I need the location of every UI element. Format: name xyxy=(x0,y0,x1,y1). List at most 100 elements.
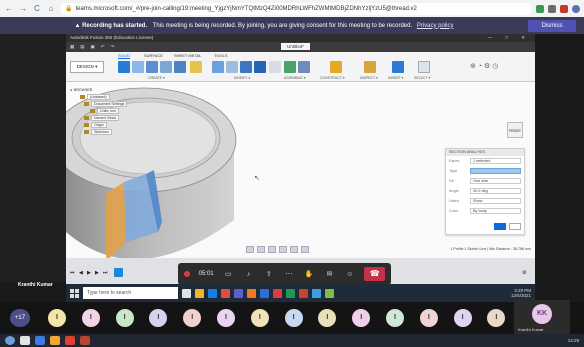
participant-avatar[interactable]: I xyxy=(419,309,438,327)
pattern-icon[interactable] xyxy=(190,61,202,73)
combine-icon[interactable] xyxy=(254,61,266,73)
app-icon[interactable] xyxy=(325,288,334,298)
timeline-play-icon[interactable]: ▶ xyxy=(87,270,91,276)
3d-viewport[interactable]: ◂ BROWSER (Unsaved) Document Settings Un… xyxy=(66,82,535,258)
move-icon[interactable] xyxy=(269,61,281,73)
new-component-icon[interactable] xyxy=(118,61,130,73)
as-built-joint-icon[interactable] xyxy=(298,61,310,73)
browser-item[interactable]: (Unsaved) xyxy=(70,93,132,100)
dialog-row[interactable]: Color By body xyxy=(446,206,524,216)
files-icon[interactable] xyxy=(20,336,30,345)
reload-icon[interactable]: C xyxy=(32,4,42,14)
timeline-end-icon[interactable]: ⏭ xyxy=(103,270,108,276)
orbit-icon[interactable] xyxy=(246,246,254,253)
window-controls[interactable]: — □ ✕ xyxy=(488,34,532,42)
mic-icon[interactable]: ♪ xyxy=(243,271,254,278)
revolve-icon[interactable] xyxy=(160,61,172,73)
self-video-tile[interactable]: KK Kranthi Kumar xyxy=(514,300,570,334)
back-icon[interactable]: ← xyxy=(4,4,14,14)
ok-button[interactable] xyxy=(494,223,506,230)
extension-icon[interactable] xyxy=(560,4,568,13)
file-icon[interactable]: ▤ xyxy=(80,44,84,50)
group-inspect[interactable]: INSPECT ▾ xyxy=(360,76,378,80)
edge-icon[interactable] xyxy=(208,288,217,298)
browser-icon[interactable] xyxy=(35,336,45,345)
grid-icon[interactable]: ▦ xyxy=(70,44,74,50)
measure-icon[interactable] xyxy=(364,61,376,73)
document-tab[interactable]: Untitled* xyxy=(281,43,311,50)
participant-avatar[interactable]: I xyxy=(284,309,303,327)
extrude-icon[interactable] xyxy=(146,61,158,73)
app-icon[interactable] xyxy=(312,288,321,298)
dialog-row[interactable]: Type xyxy=(446,166,524,176)
word-icon[interactable] xyxy=(260,288,269,298)
system-tray[interactable]: 3:29 PM 12/6/2021 xyxy=(511,288,531,298)
extension-icon[interactable] xyxy=(548,4,556,13)
powerpoint-icon[interactable] xyxy=(299,288,308,298)
group-create[interactable]: CREATE ▾ xyxy=(148,76,165,80)
participant-avatar[interactable]: I xyxy=(115,309,134,327)
participant-avatar[interactable]: I xyxy=(183,309,202,327)
dismiss-button[interactable]: Dismiss xyxy=(528,19,576,32)
fusion-app-icon[interactable] xyxy=(247,288,256,298)
browser-item[interactable]: Named Views xyxy=(70,114,132,121)
collapse-icon[interactable]: ◂ xyxy=(70,88,72,92)
fillet-icon[interactable] xyxy=(226,61,238,73)
hangup-button[interactable]: ☎ xyxy=(364,267,386,281)
teams-icon[interactable] xyxy=(234,288,243,298)
dialog-row[interactable]: Angle 90.0 deg xyxy=(446,186,524,196)
tab-solid[interactable]: SOLID xyxy=(118,53,131,59)
task-view-icon[interactable] xyxy=(182,288,191,298)
shell-icon[interactable] xyxy=(240,61,252,73)
timeline-forward-icon[interactable]: ▶ xyxy=(95,270,99,276)
participant-avatar[interactable]: I xyxy=(149,309,168,327)
insert-icon[interactable] xyxy=(392,61,404,73)
participant-avatar[interactable]: I xyxy=(386,309,404,327)
save-icon[interactable]: ▣ xyxy=(91,44,95,50)
cancel-button[interactable] xyxy=(509,223,521,230)
participant-avatar[interactable]: I xyxy=(81,309,100,327)
windows-search-input[interactable]: Type here to search xyxy=(83,287,178,299)
timeline-settings-icon[interactable]: ⚙ xyxy=(522,270,526,276)
folder-icon[interactable] xyxy=(50,336,60,345)
participant-avatar[interactable]: I xyxy=(318,309,337,327)
people-icon[interactable]: ☺ xyxy=(344,271,355,278)
ribbon-right-icons[interactable]: ⊕ ◔ ⚙ ◷ xyxy=(470,62,498,70)
group-construct[interactable]: CONSTRUCT ▾ xyxy=(320,76,345,80)
display-settings-icon[interactable] xyxy=(290,246,298,253)
windows-start-icon[interactable] xyxy=(70,288,79,298)
timeline-feature[interactable] xyxy=(114,268,123,277)
address-bar[interactable]: 🔒 teams.microsoft.com/_#/pre-join-callin… xyxy=(60,2,532,15)
hand-icon[interactable]: ✋ xyxy=(304,270,315,278)
offset-plane-icon[interactable] xyxy=(330,61,342,73)
pan-icon[interactable] xyxy=(257,246,265,253)
participant-avatar[interactable]: I xyxy=(217,309,235,327)
participant-avatar[interactable]: I xyxy=(250,309,269,327)
profile-avatar[interactable] xyxy=(572,4,580,13)
app-icon[interactable] xyxy=(80,336,90,345)
chrome-icon[interactable] xyxy=(221,288,230,298)
dialog-row[interactable]: Dir One side xyxy=(446,176,524,186)
group-assemble[interactable]: ASSEMBLE ▾ xyxy=(284,76,306,80)
browser-item[interactable]: Units: mm xyxy=(70,107,132,114)
browser-item[interactable]: Origin xyxy=(70,121,132,128)
select-icon[interactable] xyxy=(418,61,430,73)
home-icon[interactable]: ⌂ xyxy=(46,4,56,14)
share-icon[interactable]: ⇪ xyxy=(263,270,274,278)
privacy-policy-link[interactable]: Privacy policy xyxy=(417,23,454,29)
browser-item[interactable]: Document Settings xyxy=(70,100,132,107)
tab-tools[interactable]: TOOLS xyxy=(214,53,228,58)
file-explorer-icon[interactable] xyxy=(195,288,204,298)
participant-avatar[interactable]: I xyxy=(352,309,371,327)
more-icon[interactable]: ⋯ xyxy=(283,270,294,278)
undo-icon[interactable]: ↶ xyxy=(101,44,105,50)
redo-icon[interactable]: ↷ xyxy=(111,44,115,50)
hole-icon[interactable] xyxy=(174,61,186,73)
timeline-back-icon[interactable]: ◀ xyxy=(79,270,83,276)
participant-avatar[interactable]: I xyxy=(48,309,66,327)
grid-settings-icon[interactable] xyxy=(301,246,309,253)
press-pull-icon[interactable] xyxy=(212,61,224,73)
group-insert[interactable]: INSERT ▾ xyxy=(388,76,403,80)
group-modify[interactable]: MODIFY ▾ xyxy=(234,76,250,80)
participant-avatar[interactable]: I xyxy=(487,309,506,327)
